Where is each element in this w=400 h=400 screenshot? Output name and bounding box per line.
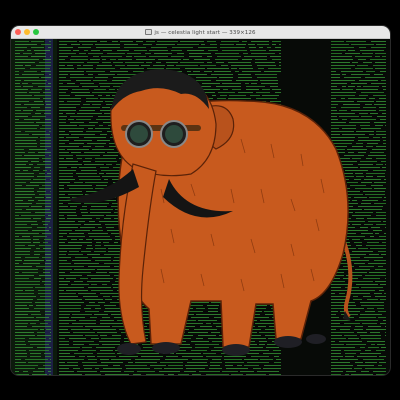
mammoth-illustration	[66, 69, 353, 356]
window-title: js — celestia light start — 339×126	[11, 28, 390, 36]
terminal-icon	[145, 28, 153, 35]
close-button[interactable]	[15, 29, 21, 35]
title-bar[interactable]: js — celestia light start — 339×126	[11, 26, 390, 39]
minimize-button[interactable]	[24, 29, 30, 35]
window-title-text: js — celestia light start — 339×126	[154, 29, 256, 36]
mammoth-feet	[117, 334, 326, 356]
terminal-content[interactable]	[11, 39, 390, 375]
window-controls	[15, 29, 39, 35]
terminal-window: js — celestia light start — 339×126	[11, 26, 390, 375]
zoom-button[interactable]	[33, 29, 39, 35]
